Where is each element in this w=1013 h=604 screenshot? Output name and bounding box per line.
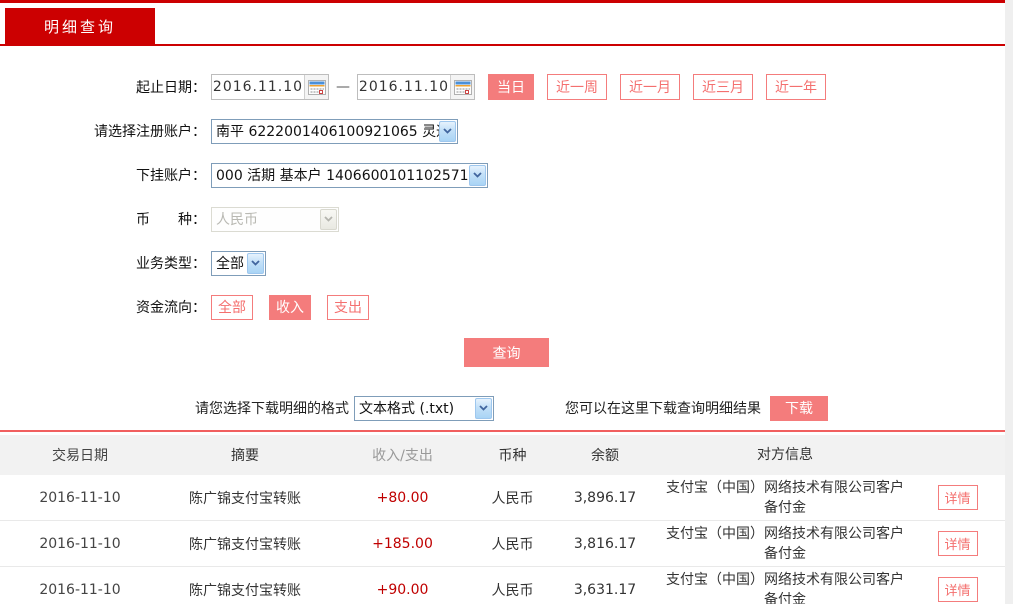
currency-value: 人民币 (212, 209, 320, 229)
table-row: 2016-11-10 陈广锦支付宝转账 +90.00 人民币 3,631.17 … (0, 567, 1005, 604)
registered-account-label: 请选择注册账户： (0, 121, 211, 141)
download-format-label: 请您选择下载明细的格式 (195, 398, 349, 418)
download-row: 请您选择下载明细的格式 文本格式 (.txt) 您可以在这里下载查询明细结果 下… (195, 395, 1005, 421)
business-type-row: 业务类型： 全部 (0, 250, 1005, 276)
date-separator: — (336, 79, 350, 95)
cell-date: 2016-11-10 (0, 536, 160, 552)
currency-select: 人民币 (211, 207, 339, 232)
header-date: 交易日期 (0, 445, 160, 465)
cell-currency: 人民币 (475, 580, 550, 600)
download-button[interactable]: 下载 (770, 396, 828, 421)
cell-date: 2016-11-10 (0, 582, 160, 598)
download-format-value: 文本格式 (.txt) (355, 398, 475, 418)
chevron-down-icon (320, 209, 337, 230)
header-counterparty: 对方信息 (660, 445, 910, 465)
end-date-input[interactable]: 2016.11.10 (357, 74, 475, 100)
business-type-select[interactable]: 全部 (211, 251, 266, 276)
cell-counterparty: 支付宝（中国）网络技术有限公司客户备付金 (660, 570, 910, 604)
cell-counterparty: 支付宝（中国）网络技术有限公司客户备付金 (660, 524, 910, 564)
table-header-row: 交易日期 摘要 收入/支出 币种 余额 对方信息 (0, 435, 1005, 475)
page: 明细查询 起止日期： 2016.11.10 (0, 0, 1005, 604)
cell-summary: 陈广锦支付宝转账 (160, 534, 330, 554)
cell-balance: 3,896.17 (550, 490, 660, 506)
table-row: 2016-11-10 陈广锦支付宝转账 +80.00 人民币 3,896.17 … (0, 475, 1005, 521)
header-summary: 摘要 (160, 445, 330, 465)
tab-row: 明细查询 (0, 3, 1005, 44)
registered-account-select[interactable]: 南平 6222001406100921065 灵通卡 (211, 119, 458, 144)
quick-range-today-button[interactable]: 当日 (488, 74, 534, 100)
table-top-line (0, 430, 1005, 432)
query-button[interactable]: 查询 (464, 338, 549, 367)
end-date-value: 2016.11.10 (358, 79, 450, 95)
cell-summary: 陈广锦支付宝转账 (160, 580, 330, 600)
fund-flow-row: 资金流向： 全部 收入 支出 (0, 294, 1005, 320)
date-range-label: 起止日期： (0, 77, 211, 97)
sub-account-select[interactable]: 000 活期 基本户 1406600101102571848 (211, 163, 488, 188)
download-format-select[interactable]: 文本格式 (.txt) (354, 396, 494, 421)
cell-counterparty: 支付宝（中国）网络技术有限公司客户备付金 (660, 478, 910, 518)
header-balance: 余额 (550, 445, 660, 465)
currency-row: 币 种： 人民币 (0, 206, 1005, 232)
chevron-down-icon[interactable] (475, 398, 492, 419)
cell-amount: +185.00 (330, 536, 475, 552)
chevron-down-icon[interactable] (247, 253, 264, 274)
cell-currency: 人民币 (475, 488, 550, 508)
detail-button[interactable]: 详情 (938, 485, 978, 510)
cell-balance: 3,631.17 (550, 582, 660, 598)
cell-summary: 陈广锦支付宝转账 (160, 488, 330, 508)
chevron-down-icon[interactable] (439, 121, 456, 142)
business-type-label: 业务类型： (0, 253, 211, 273)
chevron-down-icon[interactable] (469, 165, 486, 186)
cell-balance: 3,816.17 (550, 536, 660, 552)
quick-range-3months-button[interactable]: 近三月 (693, 74, 753, 100)
fund-flow-all-button[interactable]: 全部 (211, 295, 253, 320)
end-date-calendar-icon[interactable] (450, 75, 474, 99)
date-range-row: 起止日期： 2016.11.10 — (0, 74, 1005, 100)
tab-detail-query[interactable]: 明细查询 (5, 8, 155, 44)
sub-account-value: 000 活期 基本户 1406600101102571848 (212, 165, 469, 185)
header-amount: 收入/支出 (330, 445, 475, 465)
quick-range-month-button[interactable]: 近一月 (620, 74, 680, 100)
fund-flow-expense-button[interactable]: 支出 (327, 295, 369, 320)
sub-account-label: 下挂账户： (0, 165, 211, 185)
start-date-calendar-icon[interactable] (304, 75, 328, 99)
cell-amount: +80.00 (330, 490, 475, 506)
results-table: 交易日期 摘要 收入/支出 币种 余额 对方信息 2016-11-10 陈广锦支… (0, 435, 1005, 604)
sub-account-row: 下挂账户： 000 活期 基本户 1406600101102571848 (0, 162, 1005, 188)
download-hint-text: 您可以在这里下载查询明细结果 (565, 398, 761, 418)
registered-account-value: 南平 6222001406100921065 灵通卡 (212, 121, 439, 141)
start-date-input[interactable]: 2016.11.10 (211, 74, 329, 100)
start-date-value: 2016.11.10 (212, 79, 304, 95)
cell-date: 2016-11-10 (0, 490, 160, 506)
detail-button[interactable]: 详情 (938, 531, 978, 556)
registered-account-row: 请选择注册账户： 南平 6222001406100921065 灵通卡 (0, 118, 1005, 144)
query-form: 起止日期： 2016.11.10 — (0, 46, 1005, 367)
table-row: 2016-11-10 陈广锦支付宝转账 +185.00 人民币 3,816.17… (0, 521, 1005, 567)
fund-flow-label: 资金流向： (0, 297, 211, 317)
fund-flow-income-button[interactable]: 收入 (269, 295, 311, 320)
cell-amount: +90.00 (330, 582, 475, 598)
currency-label: 币 种： (0, 209, 211, 229)
quick-range-week-button[interactable]: 近一周 (547, 74, 607, 100)
header-currency: 币种 (475, 445, 550, 465)
cell-currency: 人民币 (475, 534, 550, 554)
quick-range-year-button[interactable]: 近一年 (766, 74, 826, 100)
detail-button[interactable]: 详情 (938, 577, 978, 602)
business-type-value: 全部 (212, 253, 247, 273)
